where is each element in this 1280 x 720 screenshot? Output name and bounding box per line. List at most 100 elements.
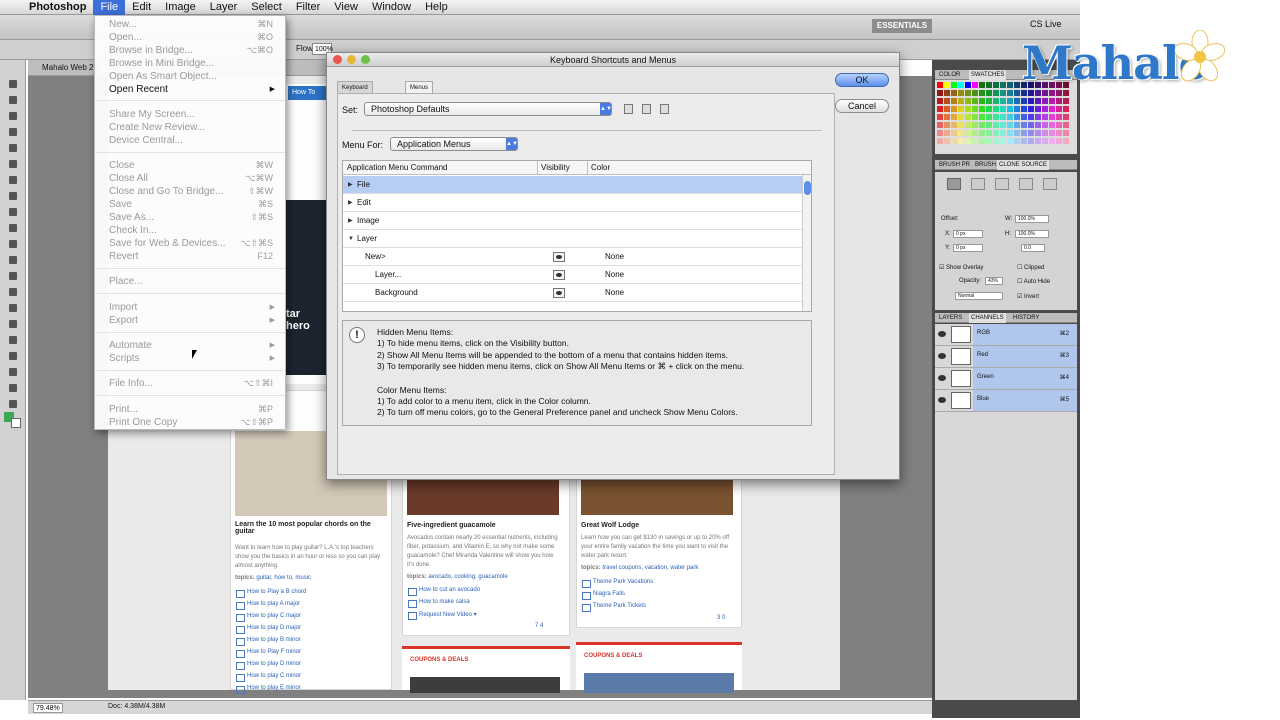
table-scrollbar[interactable] xyxy=(802,175,811,311)
color-swatch[interactable] xyxy=(993,90,999,96)
color-swatch[interactable] xyxy=(979,130,985,136)
blur-tool-icon[interactable] xyxy=(6,270,20,282)
menu-item-place[interactable]: Place... xyxy=(109,275,279,288)
color-swatch[interactable] xyxy=(1000,122,1006,128)
color-swatch[interactable] xyxy=(1035,130,1041,136)
color-swatch[interactable] xyxy=(986,138,992,144)
color-swatch[interactable] xyxy=(937,106,943,112)
color-swatch[interactable] xyxy=(986,98,992,104)
color-swatch[interactable] xyxy=(951,122,957,128)
color-swatch[interactable] xyxy=(937,90,943,96)
column-header-color[interactable]: Color xyxy=(591,161,610,175)
menu-item-export[interactable]: Export ▶ xyxy=(109,314,279,327)
color-swatch[interactable] xyxy=(1007,138,1013,144)
color-swatch[interactable] xyxy=(1035,114,1041,120)
menu-filter[interactable]: Filter xyxy=(289,0,327,15)
color-swatch[interactable] xyxy=(937,130,943,136)
color-swatch[interactable] xyxy=(1014,98,1020,104)
clone-source-3-icon[interactable] xyxy=(995,178,1009,190)
color-swatch[interactable] xyxy=(1042,98,1048,104)
color-swatch[interactable] xyxy=(944,82,950,88)
clipped-checkbox[interactable]: ☐ Clipped xyxy=(1017,264,1044,271)
deal-title[interactable]: COUPONS & DEALS xyxy=(584,653,642,659)
color-swatch[interactable] xyxy=(972,98,978,104)
channel-row[interactable]: Green ⌘4 xyxy=(935,368,1077,390)
color-swatch[interactable] xyxy=(1042,90,1048,96)
color-swatch[interactable] xyxy=(1035,106,1041,112)
table-row[interactable]: ▼ Layer xyxy=(343,230,803,248)
color-swatch[interactable] xyxy=(951,82,957,88)
card-link[interactable]: How to Play F minor xyxy=(235,649,301,658)
color-swatch[interactable] xyxy=(1063,138,1069,144)
disclosure-triangle-icon[interactable]: ▶ xyxy=(348,212,353,230)
color-swatch[interactable] xyxy=(1049,106,1055,112)
color-swatch[interactable] xyxy=(937,98,943,104)
color-swatch[interactable] xyxy=(951,138,957,144)
color-swatch[interactable] xyxy=(1042,106,1048,112)
menu-item-new[interactable]: New... ⌘N xyxy=(109,18,279,31)
card-link[interactable]: How to play D major xyxy=(235,625,301,634)
disclosure-triangle-icon[interactable]: ▶ xyxy=(348,176,353,194)
menu-item-share-my-screen[interactable]: Share My Screen... xyxy=(109,108,279,121)
menu-item-revert[interactable]: Revert F12 xyxy=(109,250,279,263)
lasso-tool-icon[interactable] xyxy=(6,110,20,122)
color-swatch[interactable] xyxy=(1021,130,1027,136)
menu-file[interactable]: File xyxy=(93,0,126,15)
color-swatch[interactable] xyxy=(965,98,971,104)
clone-stamp-tool-icon[interactable] xyxy=(6,206,20,218)
color-swatch[interactable] xyxy=(1014,130,1020,136)
color-swatch[interactable] xyxy=(965,106,971,112)
menu-item-check-in[interactable]: Check In... xyxy=(109,224,279,237)
card-link[interactable]: Request New Video ▾ xyxy=(408,611,477,620)
move-tool-icon[interactable] xyxy=(6,78,20,90)
crop-tool-icon[interactable] xyxy=(6,142,20,154)
essentials-button[interactable]: ESSENTIALS xyxy=(872,19,932,33)
color-swatch[interactable] xyxy=(1049,122,1055,128)
color-swatch[interactable] xyxy=(1014,114,1020,120)
color-swatch[interactable] xyxy=(958,98,964,104)
color-swatch[interactable] xyxy=(986,82,992,88)
color-swatch[interactable] xyxy=(937,114,943,120)
gradient-tool-icon[interactable] xyxy=(6,254,20,266)
color-swatch[interactable] xyxy=(993,82,999,88)
eye-icon[interactable] xyxy=(938,331,946,337)
tab-menus[interactable]: Menus xyxy=(405,81,434,93)
w-input[interactable]: 100.0% xyxy=(1015,215,1049,223)
brush-tool-icon[interactable] xyxy=(6,190,20,202)
color-swatch[interactable] xyxy=(1014,122,1020,128)
minimize-window-icon[interactable] xyxy=(347,55,356,64)
scrollbar-thumb[interactable] xyxy=(804,181,811,195)
color-swatch[interactable] xyxy=(951,106,957,112)
hand-tool-icon[interactable] xyxy=(6,382,20,394)
color-swatch[interactable] xyxy=(1042,114,1048,120)
color-swatch[interactable] xyxy=(972,122,978,128)
color-swatch[interactable] xyxy=(972,138,978,144)
color-swatch[interactable] xyxy=(1000,114,1006,120)
close-window-icon[interactable] xyxy=(333,55,342,64)
menu-layer[interactable]: Layer xyxy=(203,0,245,15)
color-swatch[interactable] xyxy=(1063,122,1069,128)
card-link[interactable]: How to cut an avocado xyxy=(407,587,480,596)
menu-item-save-for-web[interactable]: Save for Web & Devices... ⌥⇧⌘S xyxy=(109,237,279,250)
menu-edit[interactable]: Edit xyxy=(125,0,158,15)
delete-set-icon[interactable] xyxy=(660,104,669,114)
color-swatch[interactable] xyxy=(1049,130,1055,136)
card-link[interactable]: How to play C major xyxy=(235,613,301,622)
color-swatch[interactable] xyxy=(965,130,971,136)
menu-window[interactable]: Window xyxy=(365,0,418,15)
color-swatch[interactable] xyxy=(1042,122,1048,128)
color-swatch[interactable] xyxy=(1007,106,1013,112)
color-swatch[interactable] xyxy=(1035,122,1041,128)
color-swatch[interactable] xyxy=(1049,90,1055,96)
color-swatch[interactable] xyxy=(1007,114,1013,120)
card-link[interactable]: How to play B minor xyxy=(236,637,301,646)
color-swatch[interactable] xyxy=(1021,122,1027,128)
ok-button[interactable]: OK xyxy=(835,73,889,87)
visibility-eye-icon[interactable] xyxy=(553,288,565,298)
card-link[interactable]: How to play E minor xyxy=(236,685,301,694)
type-tool-icon[interactable] xyxy=(6,318,20,330)
color-swatch[interactable] xyxy=(1028,114,1034,120)
channel-row[interactable]: RGB ⌘2 xyxy=(935,324,1077,346)
color-swatch[interactable] xyxy=(1000,90,1006,96)
color-swatch[interactable] xyxy=(1042,130,1048,136)
